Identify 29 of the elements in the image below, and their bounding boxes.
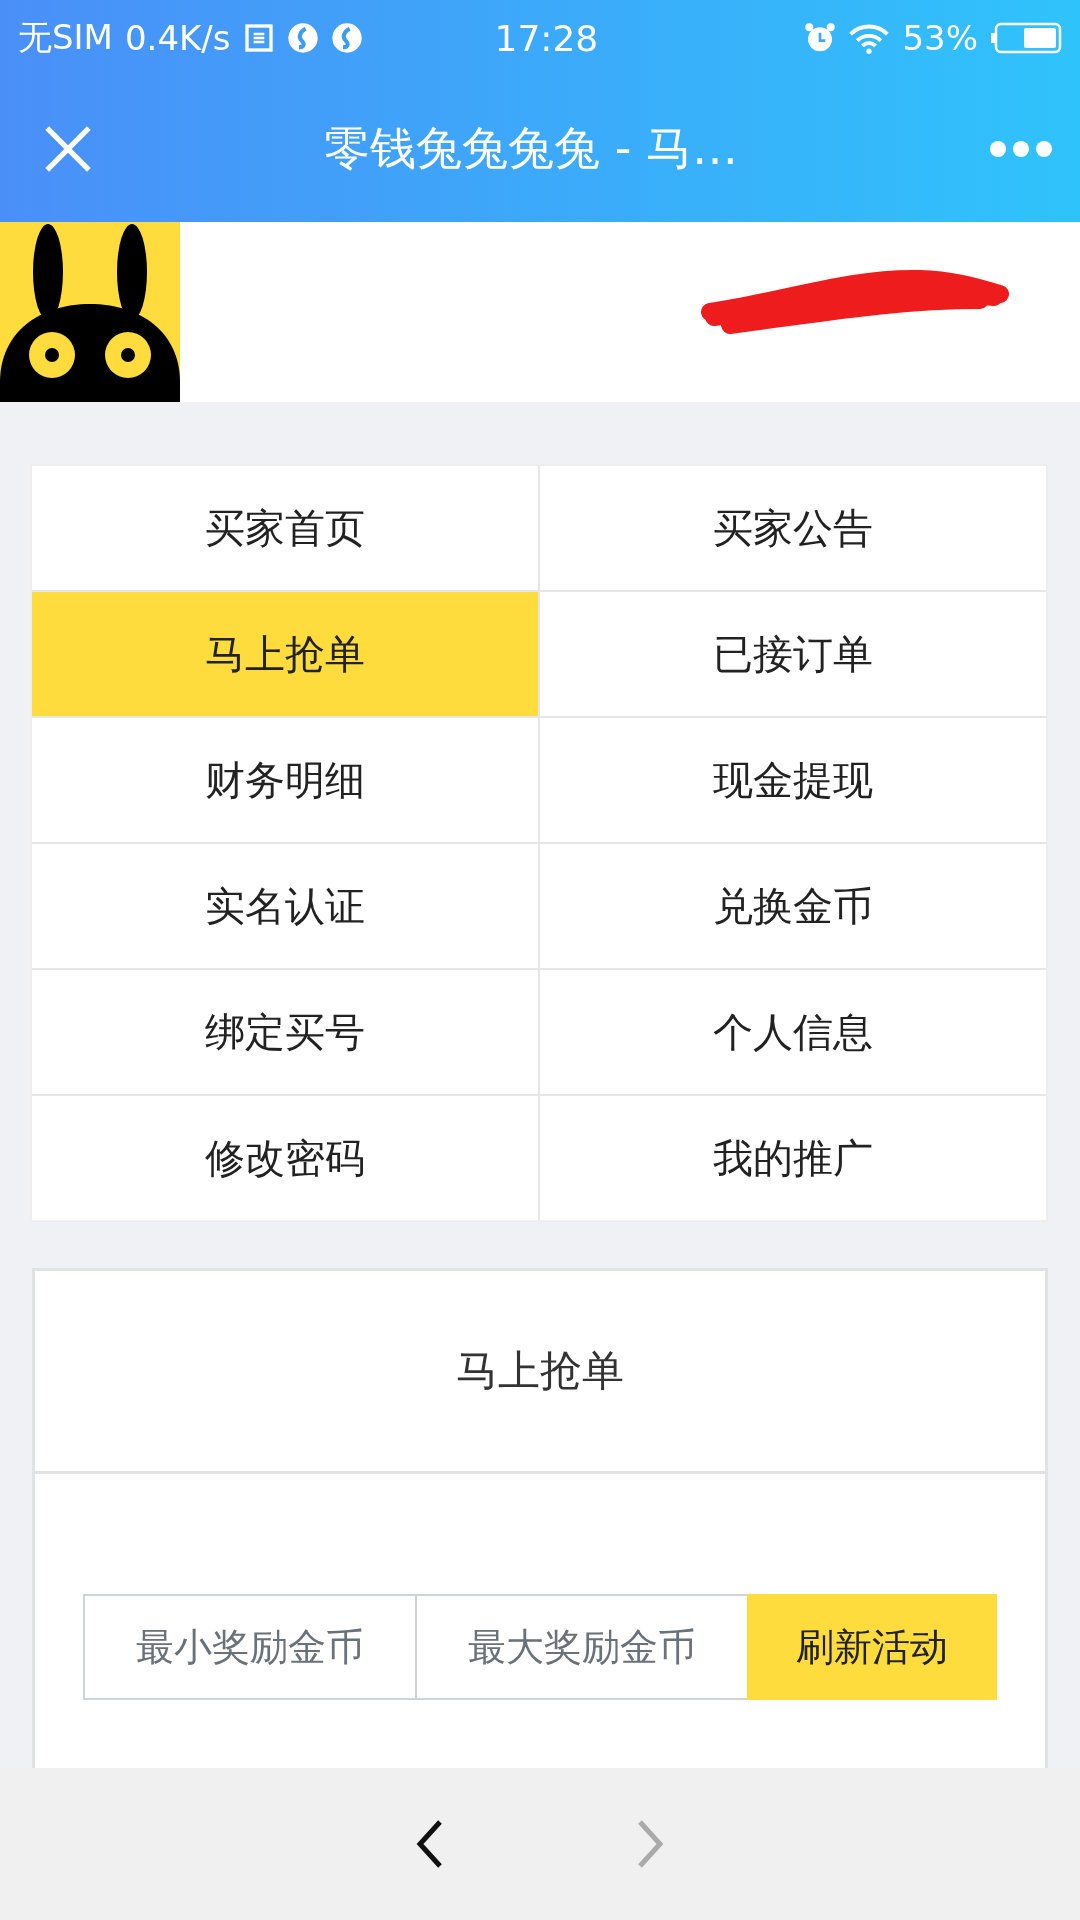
clock-text: 17:28 <box>494 17 599 59</box>
menu-tab[interactable]: 我的推广 <box>540 1096 1046 1220</box>
menu-tab[interactable]: 买家公告 <box>540 466 1046 590</box>
more-icon[interactable] <box>988 139 1054 159</box>
app-notification-icon <box>330 22 363 54</box>
app-notification-icon <box>286 22 319 54</box>
refresh-button[interactable]: 刷新活动 <box>747 1594 997 1700</box>
wifi-icon <box>848 22 891 54</box>
back-icon[interactable] <box>415 1819 445 1869</box>
input-field[interactable]: 最小奖励金币 <box>83 1594 415 1700</box>
menu-tab[interactable]: 财务明细 <box>32 718 538 842</box>
app-notification-icon <box>242 22 275 54</box>
menu-tab[interactable]: 修改密码 <box>32 1096 538 1220</box>
page-title: 零钱兔兔兔兔 - 马… <box>323 120 739 177</box>
battery-percent: 53% <box>902 18 978 58</box>
menu-tab[interactable]: 马上抢单 <box>32 592 538 716</box>
carrier-text: 无SIM <box>18 16 113 59</box>
battery-icon <box>990 22 1062 54</box>
menu-tab[interactable]: 已接订单 <box>540 592 1046 716</box>
panel-title: 马上抢单 <box>35 1271 1045 1474</box>
menu-tab[interactable]: 个人信息 <box>540 970 1046 1094</box>
menu-tab[interactable]: 实名认证 <box>32 844 538 968</box>
network-speed: 0.4K/s <box>124 18 231 58</box>
alarm-icon <box>804 22 837 54</box>
menu-tab[interactable]: 兑换金币 <box>540 844 1046 968</box>
menu-tab[interactable]: 绑定买号 <box>32 970 538 1094</box>
menu-tab[interactable]: 买家首页 <box>32 466 538 590</box>
input-field[interactable]: 最大奖励金币 <box>415 1594 747 1700</box>
menu-tab[interactable]: 现金提现 <box>540 718 1046 842</box>
